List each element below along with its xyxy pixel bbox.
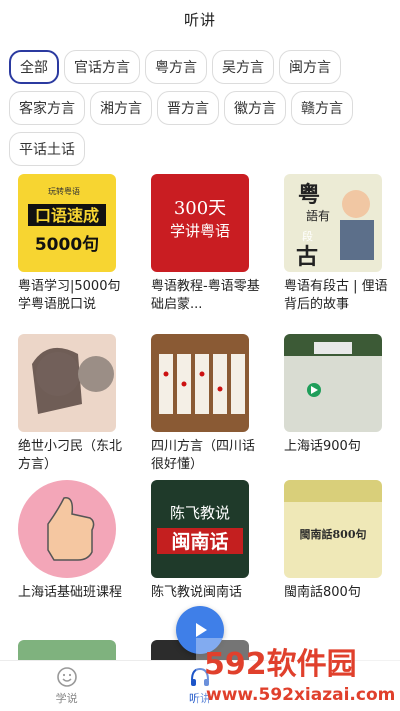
- course-card[interactable]: 四川方言（四川话很好懂）: [151, 334, 271, 474]
- course-title: 绝世小刁民（东北方言）: [18, 439, 123, 472]
- tag-jin[interactable]: 晋方言: [157, 91, 219, 125]
- category-tags: 全部 官话方言 粤方言 吴方言 闽方言 客家方言 湘方言 晋方言 徽方言 赣方言…: [0, 38, 400, 173]
- course-title: 陈飞教说闽南话: [151, 585, 243, 600]
- course-card[interactable]: 绝世小刁民（东北方言）: [18, 334, 138, 474]
- course-card[interactable]: 300天 学讲粤语 粤语教程-粤语零基础启蒙...: [151, 174, 271, 314]
- cover-text: 陈飞教说: [170, 504, 230, 522]
- cover-text: 語有: [306, 208, 330, 223]
- top-bar: 听讲: [0, 0, 400, 38]
- cover-text: 玩转粤语: [48, 186, 80, 196]
- cover-text: 5000句: [35, 234, 99, 255]
- course-card[interactable]: 上海话基础班课程: [18, 480, 138, 602]
- page-title: 听讲: [183, 10, 216, 29]
- watermark-brand: 592软件园: [204, 647, 357, 682]
- cover-text: 300天: [174, 198, 226, 219]
- course-title: 粤语学习|5000句学粤语脱口说: [18, 279, 121, 312]
- tag-mandarin[interactable]: 官话方言: [64, 50, 140, 84]
- course-title: 四川方言（四川话很好懂）: [151, 439, 256, 472]
- cover-text: 口语速成: [35, 206, 99, 225]
- smiley-icon: [56, 667, 77, 687]
- course-cover[interactable]: 陈飞教说 闽南话: [151, 480, 249, 578]
- course-cover[interactable]: [18, 334, 116, 432]
- course-cover[interactable]: 300天 学讲粤语: [151, 174, 249, 272]
- course-card[interactable]: 粤 語有 段 古 粤语有段古 | 俚语背后的故事: [284, 174, 400, 314]
- course-cover[interactable]: [151, 334, 249, 432]
- course-cover[interactable]: 玩转粤语 口语速成 5000句: [18, 174, 116, 272]
- tag-gan[interactable]: 赣方言: [291, 91, 353, 125]
- course-title: 上海话900句: [284, 439, 361, 454]
- tag-all[interactable]: 全部: [9, 50, 59, 84]
- tag-wu[interactable]: 吴方言: [212, 50, 274, 84]
- course-card[interactable]: 上海话900句: [284, 334, 400, 456]
- watermark-url: www.592xiazai.com: [206, 685, 395, 705]
- play-icon: [196, 623, 207, 637]
- tab-speak[interactable]: 学说: [0, 661, 133, 711]
- cover-text: 閩南話800句: [300, 527, 367, 541]
- cover-text: 粤: [298, 182, 320, 208]
- cover-text: 学讲粤语: [170, 222, 230, 240]
- course-cover[interactable]: 粤 語有 段 古: [284, 174, 382, 272]
- tag-hakka[interactable]: 客家方言: [9, 91, 85, 125]
- course-card[interactable]: 陈飞教说 闽南话 陈飞教说闽南话: [151, 480, 271, 602]
- course-cover[interactable]: 閩南話800句: [284, 480, 382, 578]
- watermark: 592软件园 www.592xiazai.com: [196, 638, 400, 711]
- cover-text: 段: [302, 229, 313, 243]
- cover-text: 闽南话: [171, 531, 228, 553]
- course-cover[interactable]: [18, 480, 116, 578]
- tag-cantonese[interactable]: 粤方言: [145, 50, 207, 84]
- course-title: 粤语有段古 | 俚语背后的故事: [284, 279, 388, 312]
- course-title: 閩南話800句: [284, 585, 361, 600]
- course-card[interactable]: 玩转粤语 口语速成 5000句 粤语学习|5000句学粤语脱口说: [18, 174, 138, 314]
- tab-speak-label: 学说: [55, 692, 78, 705]
- course-title: 粤语教程-粤语零基础启蒙...: [151, 279, 260, 312]
- course-card[interactable]: 閩南話800句 閩南話800句: [284, 480, 400, 602]
- tag-pinghua[interactable]: 平话土话: [9, 132, 85, 166]
- tag-hui[interactable]: 徽方言: [224, 91, 286, 125]
- course-title: 上海话基础班课程: [18, 585, 123, 600]
- tag-xiang[interactable]: 湘方言: [90, 91, 152, 125]
- tag-min[interactable]: 闽方言: [279, 50, 341, 84]
- cover-text: 古: [296, 244, 318, 270]
- course-cover[interactable]: [284, 334, 382, 432]
